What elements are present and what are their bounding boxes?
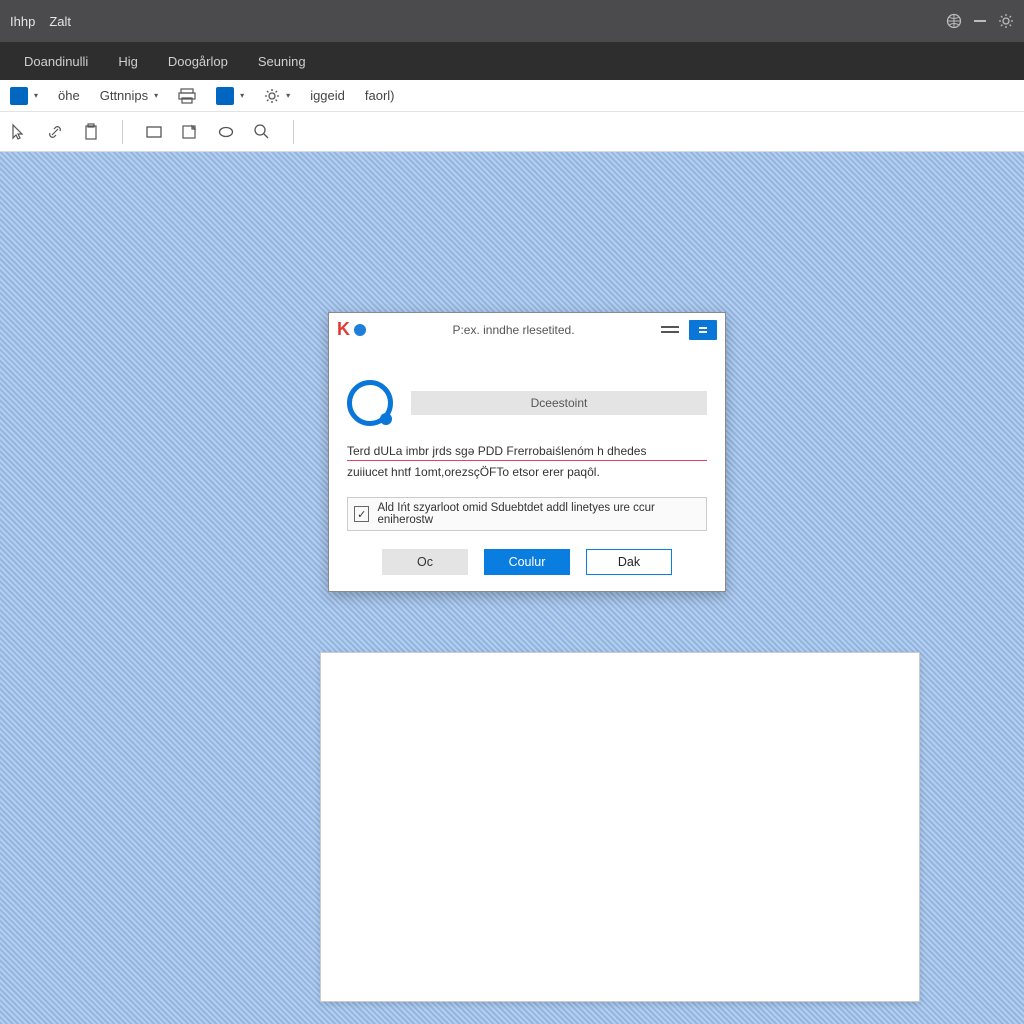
toolbar-btn-gttnnips[interactable]: Gttnnips: [96, 86, 162, 105]
tool-link-icon[interactable]: [44, 121, 66, 143]
titlebar-app-2: Zalt: [49, 14, 71, 29]
toolbar-gear-dropdown[interactable]: [260, 86, 294, 106]
dialog-body: Terd dULa imbr jrds sgə PDD Frerrobaiśle…: [329, 348, 725, 591]
tool-zoom-icon[interactable]: [251, 121, 273, 143]
continue-button[interactable]: Coulur: [484, 549, 570, 575]
menubar: Doandinulli Hig Doogårlop Seuning: [0, 42, 1024, 80]
menu-item-1[interactable]: Doandinulli: [24, 54, 88, 69]
globe-icon[interactable]: [946, 13, 962, 29]
workspace: K P:ex. inndhe rlesetited. Terd dULa imb…: [0, 152, 1024, 1024]
titlebar-controls: [946, 13, 1014, 29]
dialog-search-row: [347, 380, 707, 426]
minimize-icon[interactable]: [972, 13, 988, 29]
gear-icon: [264, 88, 280, 104]
dialog-collapse-button[interactable]: [689, 320, 717, 340]
tool-cursor-icon[interactable]: [8, 121, 30, 143]
dialog-brand: K: [337, 319, 366, 340]
app-square-icon: [10, 87, 28, 105]
doc-square-icon: [216, 87, 234, 105]
dialog-description-1: Terd dULa imbr jrds sgə PDD Frerrobaiśle…: [347, 444, 707, 461]
search-icon: [347, 380, 393, 426]
dialog-button-row: Oc Coulur Dak: [347, 549, 707, 575]
menu-item-2[interactable]: Hig: [118, 54, 138, 69]
brand-k-icon: K: [337, 319, 350, 340]
tool-note-icon[interactable]: [179, 121, 201, 143]
settings-icon[interactable]: [998, 13, 1014, 29]
toolbar-btn-iggeid[interactable]: iggeid: [306, 86, 349, 105]
dialog-search-input[interactable]: [411, 391, 707, 415]
document-page[interactable]: [320, 652, 920, 1002]
toolbar-btn-ohe[interactable]: öhe: [54, 86, 84, 105]
titlebar-app-1: Ihhp: [10, 14, 35, 29]
toolbar-print-icon[interactable]: [174, 86, 200, 106]
dialog-description-2: zuiiucet hntf 1omt,orezsçÖFTo etsor erer…: [347, 465, 707, 479]
secondary-toolbar: [0, 112, 1024, 152]
menu-item-4[interactable]: Seuning: [258, 54, 306, 69]
modal-dialog: K P:ex. inndhe rlesetited. Terd dULa imb…: [328, 312, 726, 592]
dialog-header: K P:ex. inndhe rlesetited.: [329, 313, 725, 348]
primary-toolbar: öhe Gttnnips iggeid faorl): [0, 80, 1024, 112]
toolbar-app-dropdown[interactable]: [6, 85, 42, 107]
tool-clipboard-icon[interactable]: [80, 121, 102, 143]
tool-ellipse-icon[interactable]: [215, 121, 237, 143]
menu-item-3[interactable]: Doogårlop: [168, 54, 228, 69]
dialog-title: P:ex. inndhe rlesetited.: [376, 323, 651, 337]
dialog-checkbox-row[interactable]: ✓ Ald Ińt szyarloot omid Sduebtdet addl …: [347, 497, 707, 531]
checkbox-icon[interactable]: ✓: [354, 506, 369, 522]
brand-dot-icon: [354, 324, 366, 336]
dark-button[interactable]: Dak: [586, 549, 672, 575]
toolbar-separator: [122, 120, 123, 144]
toolbar-separator-2: [293, 120, 294, 144]
toolbar-doc-dropdown[interactable]: [212, 85, 248, 107]
titlebar: Ihhp Zalt: [0, 0, 1024, 42]
dialog-checkbox-label: Ald Ińt szyarloot omid Sduebtdet addl li…: [377, 502, 700, 526]
ok-button[interactable]: Oc: [382, 549, 468, 575]
toolbar-btn-faorl[interactable]: faorl): [361, 86, 399, 105]
dialog-menu-icon[interactable]: [661, 326, 679, 333]
tool-rect-icon[interactable]: [143, 121, 165, 143]
